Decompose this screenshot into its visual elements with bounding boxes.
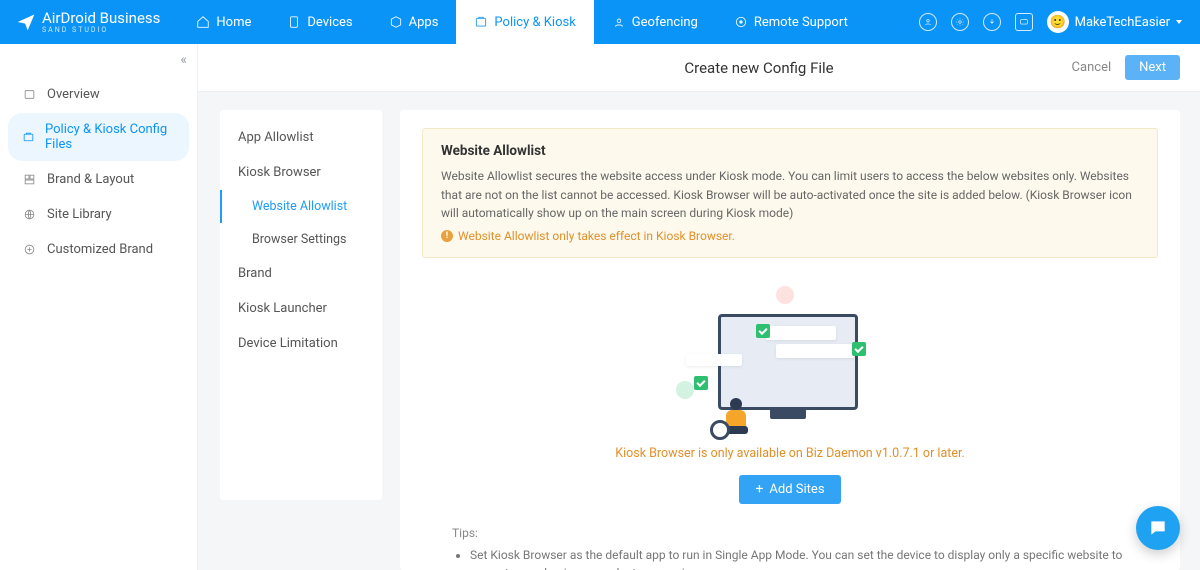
- brand-name: AirDroid Business: [42, 11, 160, 26]
- paper-plane-icon: [16, 12, 36, 32]
- subnav-brand[interactable]: Brand: [220, 256, 382, 291]
- subnav-browser-settings[interactable]: Browser Settings: [220, 223, 382, 256]
- plus-icon: +: [755, 482, 763, 496]
- sidebar-item-brand-layout[interactable]: Brand & Layout: [8, 163, 189, 196]
- brand-sub: SAND STUDIO: [42, 26, 160, 34]
- devices-icon: [287, 15, 301, 29]
- nav-devices[interactable]: Devices: [269, 0, 370, 44]
- messages-icon[interactable]: [1015, 13, 1033, 31]
- nav-apps[interactable]: Apps: [371, 0, 457, 44]
- warning-icon: !: [441, 230, 453, 242]
- page-bar: Create new Config File Cancel Next: [198, 44, 1200, 92]
- header-right: 🙂 MakeTechEasier: [919, 11, 1200, 33]
- list-bar-icon: [776, 344, 854, 358]
- sidebar: « Overview Policy & Kiosk Config Files B…: [0, 44, 198, 570]
- notice-title: Website Allowlist: [441, 143, 1139, 159]
- tips-label: Tips:: [452, 526, 1128, 540]
- list-bar-icon: [686, 354, 742, 366]
- config-subnav: App Allowlist Kiosk Browser Website Allo…: [220, 110, 382, 500]
- page-title: Create new Config File: [684, 59, 833, 77]
- empty-state-illustration: [680, 286, 900, 436]
- sidebar-item-policy-files[interactable]: Policy & Kiosk Config Files: [8, 113, 189, 161]
- chat-icon: [1148, 518, 1168, 538]
- settings-icon[interactable]: [951, 13, 969, 31]
- remote-icon: [734, 15, 748, 29]
- brand-logo[interactable]: AirDroid Business SAND STUDIO: [0, 0, 178, 44]
- add-sites-button[interactable]: + Add Sites: [739, 475, 840, 504]
- top-header: AirDroid Business SAND STUDIO Home Devic…: [0, 0, 1200, 44]
- policy-files-icon: [22, 130, 35, 145]
- home-icon: [196, 15, 210, 29]
- avatar-green-icon: [676, 381, 694, 399]
- checkmark-icon: [852, 342, 866, 356]
- customized-brand-icon: [22, 242, 37, 257]
- subnav-kiosk-browser[interactable]: Kiosk Browser: [220, 155, 382, 190]
- apps-icon: [389, 15, 403, 29]
- subnav-website-allowlist[interactable]: Website Allowlist: [220, 190, 382, 223]
- sidebar-item-customized-brand[interactable]: Customized Brand: [8, 233, 189, 266]
- cancel-button[interactable]: Cancel: [1072, 60, 1112, 75]
- wheel-icon: [710, 420, 730, 440]
- overview-icon: [22, 87, 37, 102]
- avatar: 🙂: [1047, 11, 1069, 33]
- next-button[interactable]: Next: [1125, 55, 1180, 80]
- member-icon[interactable]: [919, 13, 937, 31]
- checkmark-icon: [756, 324, 770, 338]
- download-icon[interactable]: [983, 13, 1001, 31]
- checkmark-icon: [694, 376, 708, 390]
- tips-section: Tips: Set Kiosk Browser as the default a…: [422, 526, 1158, 570]
- site-library-icon: [22, 207, 37, 222]
- subnav-app-allowlist[interactable]: App Allowlist: [220, 120, 382, 155]
- nav-policy-kiosk[interactable]: Policy & Kiosk: [456, 0, 593, 44]
- availability-note: Kiosk Browser is only available on Biz D…: [422, 446, 1158, 461]
- tip-item: Set Kiosk Browser as the default app to …: [470, 546, 1128, 570]
- geofencing-icon: [612, 15, 626, 29]
- nav-home[interactable]: Home: [178, 0, 269, 44]
- chevron-down-icon: [1176, 20, 1182, 24]
- collapse-sidebar-button[interactable]: «: [180, 52, 187, 68]
- subnav-kiosk-launcher[interactable]: Kiosk Launcher: [220, 291, 382, 326]
- list-bar-icon: [766, 326, 836, 340]
- main: Create new Config File Cancel Next App A…: [198, 44, 1200, 570]
- notice-body: Website Allowlist secures the website ac…: [441, 167, 1139, 223]
- chat-fab[interactable]: [1136, 506, 1180, 550]
- panel: Website Allowlist Website Allowlist secu…: [400, 110, 1180, 570]
- nav-geofencing[interactable]: Geofencing: [594, 0, 716, 44]
- notice-box: Website Allowlist Website Allowlist secu…: [422, 128, 1158, 258]
- avatar-red-icon: [776, 286, 794, 304]
- policy-icon: [474, 15, 488, 29]
- user-name: MakeTechEasier: [1075, 15, 1170, 30]
- notice-warning: ! Website Allowlist only takes effect in…: [441, 229, 1139, 243]
- sidebar-item-overview[interactable]: Overview: [8, 78, 189, 111]
- top-nav: Home Devices Apps Policy & Kiosk Geofenc…: [178, 0, 865, 44]
- brand-layout-icon: [22, 172, 37, 187]
- nav-remote-support[interactable]: Remote Support: [716, 0, 866, 44]
- sidebar-item-site-library[interactable]: Site Library: [8, 198, 189, 231]
- subnav-device-limitation[interactable]: Device Limitation: [220, 326, 382, 361]
- user-menu[interactable]: 🙂 MakeTechEasier: [1047, 11, 1182, 33]
